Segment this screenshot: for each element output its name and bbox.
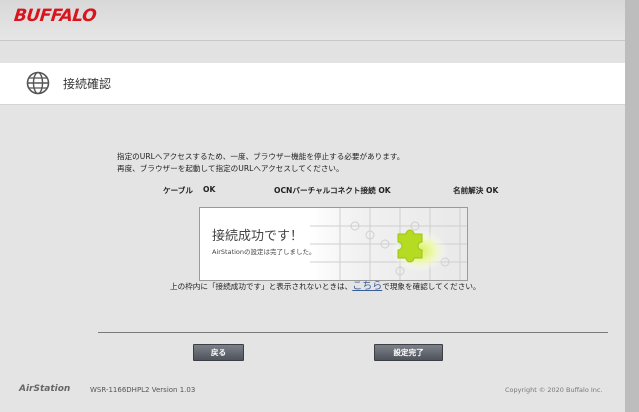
hint-text-before: 上の枠内に「接続成功です」と表示されないときは、 — [170, 282, 353, 291]
instruction-message: 指定のURLへアクセスするため、一度、ブラウザー機能を停止する必要があります。 … — [117, 151, 404, 175]
puzzle-image — [310, 208, 467, 280]
main-content: 指定のURLへアクセスするため、一度、ブラウザー機能を停止する必要があります。 … — [0, 105, 625, 412]
model-version: WSR-1166DHPL2 Version 1.03 — [90, 386, 196, 394]
back-button[interactable]: 戻る — [193, 344, 244, 361]
divider — [98, 332, 608, 333]
copyright: Copyright © 2020 Buffalo Inc. — [505, 386, 603, 394]
connection-result-frame: 接続成功です！ AirStationの設定は完了しました。 — [199, 207, 468, 281]
globe-icon — [26, 71, 50, 95]
scrollbar-area — [625, 0, 639, 412]
ocn-status: OCNバーチャルコネクト接続 OK — [274, 186, 391, 195]
troubleshoot-hint: 上の枠内に「接続成功です」と表示されないときは、こちらで現象を確認してください。 — [170, 277, 481, 292]
page-header: 接続確認 — [0, 63, 625, 105]
cable-status-label: ケーブル — [163, 186, 193, 195]
page-title: 接続確認 — [63, 77, 112, 91]
success-title: 接続成功です！ — [212, 229, 304, 244]
instruction-line-2: 再度、ブラウザーを起動して指定のURLへアクセスしてください。 — [117, 164, 344, 173]
top-spacer — [0, 41, 625, 63]
dns-status: 名前解決 OK — [453, 186, 499, 195]
success-subtitle: AirStationの設定は完了しました。 — [212, 248, 316, 256]
cable-status-value: OK — [203, 185, 216, 194]
airstation-logo: AirStation — [19, 384, 71, 394]
buffalo-logo: BUFFALO — [12, 6, 98, 26]
finish-setup-button[interactable]: 設定完了 — [374, 344, 443, 361]
hint-text-after: で現象を確認してください。 — [382, 282, 481, 291]
troubleshoot-link[interactable]: こちら — [352, 281, 382, 292]
instruction-line-1: 指定のURLへアクセスするため、一度、ブラウザー機能を停止する必要があります。 — [117, 152, 405, 161]
top-bar: BUFFALO — [0, 0, 625, 41]
